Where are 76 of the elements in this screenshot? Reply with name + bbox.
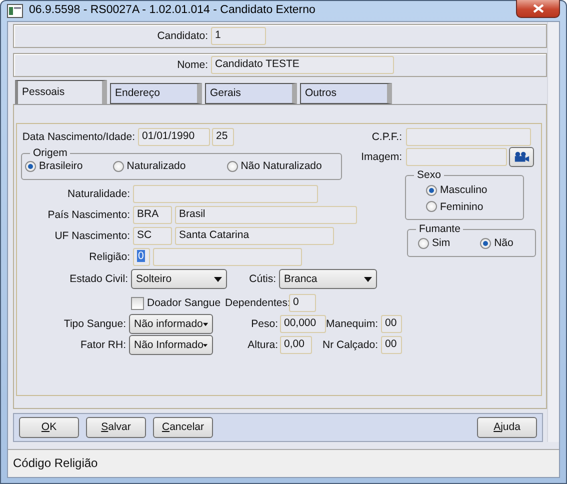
text-field[interactable] xyxy=(406,128,531,146)
dialog-button[interactable]: Ajuda xyxy=(477,417,537,438)
tab[interactable]: Outros xyxy=(300,83,392,104)
field-label: Dependentes: xyxy=(225,296,287,310)
caret-icon xyxy=(203,342,208,348)
text-field[interactable] xyxy=(133,185,318,203)
field-label: Estado Civil: xyxy=(68,272,128,286)
field-label: Data Nascimento/Idade: xyxy=(21,130,135,144)
tab[interactable]: Gerais xyxy=(205,83,297,104)
text-field[interactable]: SC xyxy=(133,227,172,245)
radio-button[interactable] xyxy=(426,201,437,212)
dropdown[interactable]: Solteiro xyxy=(131,269,227,289)
text-field[interactable]: BRA xyxy=(133,206,172,224)
field-label: Peso: xyxy=(250,318,278,330)
field-label: Naturalidade: xyxy=(66,188,130,200)
text-field[interactable]: Brasil xyxy=(175,206,357,224)
camera-button[interactable] xyxy=(509,147,534,167)
field-label: UF Nascimento: xyxy=(54,230,130,242)
dialog-button[interactable]: OK xyxy=(19,417,79,438)
radio-label: Naturalizado xyxy=(126,160,186,173)
caret-icon xyxy=(364,276,372,282)
checkbox-label: Doador Sangue xyxy=(147,296,221,310)
group-title: Origem xyxy=(30,146,70,160)
dropdown[interactable]: Não Informado xyxy=(129,335,213,355)
text-field[interactable]: Santa Catarina xyxy=(175,227,334,245)
radio-label: Masculino xyxy=(440,184,488,197)
window-icon xyxy=(7,4,23,18)
dialog-button[interactable]: Cancelar xyxy=(153,417,213,438)
field-label: C.P.F.: xyxy=(370,130,402,144)
radio-button[interactable] xyxy=(480,238,492,248)
text-field[interactable]: 25 xyxy=(212,128,234,146)
tab[interactable]: Endereço xyxy=(110,83,202,104)
window-title: 06.9.5598 - RS0027A - 1.02.01.014 - Candidato Externo xyxy=(29,4,316,18)
radio-button[interactable] xyxy=(426,184,437,196)
text-field[interactable]: 0,00 xyxy=(280,336,312,354)
radio-button[interactable] xyxy=(25,161,36,172)
field-label: Candidato: xyxy=(156,30,208,42)
text-field[interactable]: 0 xyxy=(289,294,316,312)
tab[interactable]: Pessoais xyxy=(15,80,107,104)
field-label: Imagem: xyxy=(360,150,402,164)
caret-icon xyxy=(214,276,222,282)
radio-label: Sim xyxy=(432,236,450,250)
radio-label: Brasileiro xyxy=(39,160,83,173)
field-label: Altura: xyxy=(246,338,278,352)
field-label: Cútis: xyxy=(248,272,276,286)
checkbox[interactable] xyxy=(131,296,144,310)
dialog-button[interactable]: Salvar xyxy=(86,417,146,438)
text-field[interactable]: 00 xyxy=(381,315,402,333)
field-label: País Nascimento: xyxy=(46,208,130,222)
dropdown[interactable]: Não informado xyxy=(129,314,213,334)
field-label: Fator RH: xyxy=(79,338,126,352)
caret-icon xyxy=(202,322,208,326)
dropdown[interactable]: Branca xyxy=(279,269,377,289)
text-field[interactable]: 1 xyxy=(211,27,266,45)
text-field[interactable]: 01/01/1990 xyxy=(138,128,210,146)
status-text: Código Religião xyxy=(13,456,98,471)
field-label: Nr Calçado: xyxy=(322,338,378,352)
close-icon xyxy=(532,4,544,12)
text-field[interactable]: 0 xyxy=(133,248,150,266)
field-label: Tipo Sangue: xyxy=(62,318,126,330)
text-field[interactable] xyxy=(153,248,302,266)
text-field[interactable] xyxy=(406,148,507,166)
field-label: Religião: xyxy=(88,250,130,264)
text-field[interactable]: Candidato TESTE xyxy=(211,56,394,74)
radio-button[interactable] xyxy=(418,238,429,248)
radio-label: Não Naturalizado xyxy=(240,160,322,173)
text-field[interactable]: 00,000 xyxy=(280,315,326,333)
camera-icon xyxy=(513,150,530,164)
field-label: Nome: xyxy=(176,58,208,72)
close-button[interactable] xyxy=(516,0,560,18)
field-label: Manequim: xyxy=(326,318,378,330)
text-field[interactable]: 00 xyxy=(381,336,402,354)
radio-label: Feminino xyxy=(440,200,484,214)
radio-button[interactable] xyxy=(112,161,124,172)
radio-label: Não xyxy=(494,236,514,250)
radio-button[interactable] xyxy=(226,161,238,172)
